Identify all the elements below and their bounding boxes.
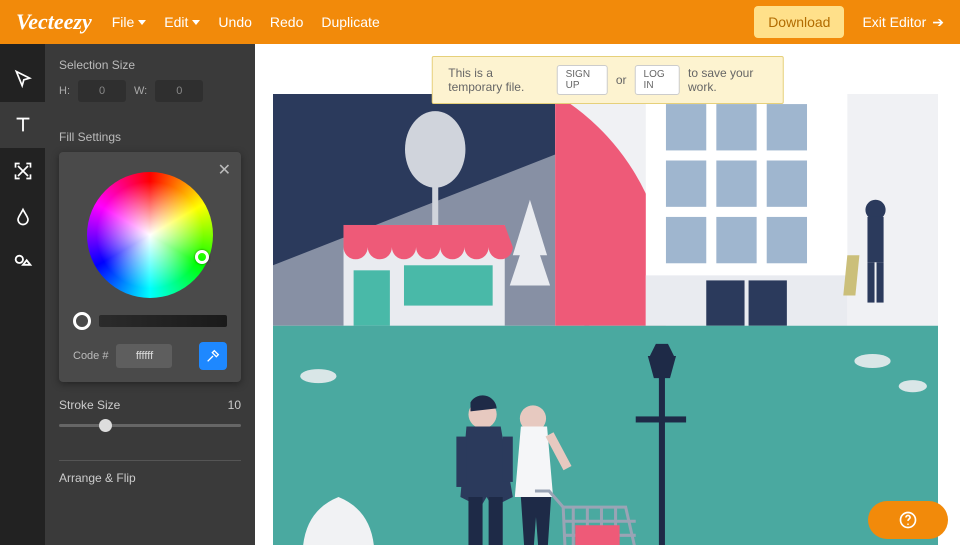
menu-undo[interactable]: Undo [218,14,251,30]
banner-text-or: or [616,73,627,87]
help-icon [898,510,918,530]
slider-knob[interactable] [99,419,112,432]
top-bar: Vecteezy File Edit Undo Redo Duplicate D… [0,0,960,44]
login-button[interactable]: LOG IN [635,65,680,95]
color-code-label: Code # [73,350,108,362]
shapes-tool[interactable] [0,240,45,286]
shapes-icon [12,252,34,274]
download-button[interactable]: Download [754,6,844,38]
pen-icon [13,207,33,227]
transform-icon [13,161,33,181]
menu-duplicate[interactable]: Duplicate [321,14,379,30]
arrow-right-icon: ➔ [932,14,944,31]
fill-settings-label: Fill Settings [59,130,241,144]
eyedropper-button[interactable] [199,342,227,370]
stroke-size-label: Stroke Size [59,398,120,412]
properties-panel: Selection Size H: W: Fill Settings ✕ Cod… [45,44,255,545]
temp-file-banner: This is a temporary file. SIGN UP or LOG… [431,56,784,104]
stroke-size-row: Stroke Size 10 [59,398,241,412]
canvas-artwork[interactable] [273,94,938,545]
chevron-down-icon [138,20,146,25]
menu-edit[interactable]: Edit [164,14,200,30]
fill-settings-panel: ✕ Code # [59,152,241,382]
select-tool[interactable] [0,56,45,102]
selection-size-label: Selection Size [59,58,241,72]
stroke-size-slider[interactable] [59,418,241,432]
color-code-input[interactable] [116,344,172,368]
close-icon[interactable]: ✕ [218,160,231,180]
canvas-area: This is a temporary file. SIGN UP or LOG… [255,44,960,545]
signup-button[interactable]: SIGN UP [557,65,608,95]
width-input[interactable] [155,80,203,102]
text-icon [12,114,34,136]
menu-redo[interactable]: Redo [270,14,303,30]
value-slider[interactable] [99,315,227,327]
slider-track [59,424,241,427]
chevron-down-icon [192,20,200,25]
selection-size-row: H: W: [59,80,241,102]
width-label: W: [134,85,147,97]
transform-tool[interactable] [0,148,45,194]
text-tool[interactable] [0,102,45,148]
color-wheel[interactable] [87,172,213,298]
banner-text-prefix: This is a temporary file. [448,66,548,94]
color-wheel-thumb[interactable] [195,250,209,264]
exit-editor-button[interactable]: Exit Editor ➔ [862,14,944,31]
value-thumb[interactable] [73,312,91,330]
stroke-size-value: 10 [228,398,241,412]
cursor-icon [13,69,33,89]
value-slider-row [73,312,227,330]
tool-iconbar [0,44,45,545]
height-label: H: [59,85,70,97]
arrange-flip-label: Arrange & Flip [59,460,241,485]
banner-text-suffix: to save your work. [688,66,767,94]
height-input[interactable] [78,80,126,102]
eyedropper-icon [205,348,221,364]
app-logo: Vecteezy [16,9,92,35]
pen-tool[interactable] [0,194,45,240]
top-menu: File Edit Undo Redo Duplicate [112,14,380,30]
menu-file[interactable]: File [112,14,147,30]
help-button[interactable] [868,501,948,539]
color-code-row: Code # [73,342,227,370]
